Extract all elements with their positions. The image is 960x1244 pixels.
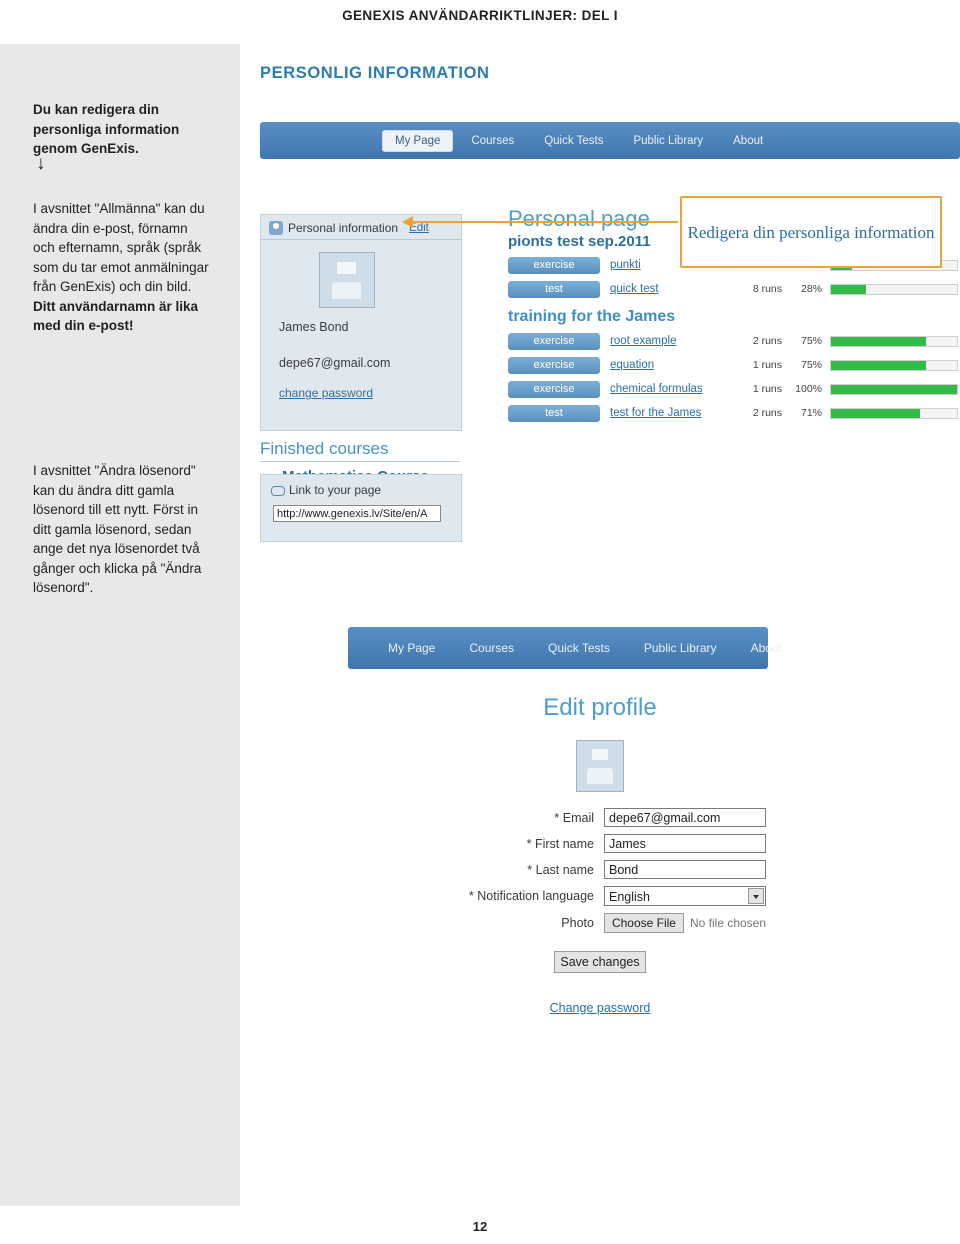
nav-item-quick-tests[interactable]: Quick Tests — [534, 636, 624, 660]
section-heading: PERSONLIG INFORMATION — [260, 64, 490, 82]
photo-file-picker[interactable]: Choose File No file chosen — [603, 913, 767, 933]
last-name-label: * Last name — [527, 862, 594, 877]
stat-name-link[interactable]: quick test — [600, 283, 730, 295]
stat-progress-bar — [830, 407, 958, 419]
choose-file-button[interactable]: Choose File — [603, 913, 684, 933]
stat-progress-bar — [830, 383, 958, 395]
sidebar-paragraph-3: I avsnittet "Ändra lösenord" kan du ändr… — [33, 463, 202, 595]
stat-group-title: training for the James — [508, 308, 676, 325]
form-row-email: * Email depe67@gmail.com — [240, 808, 960, 827]
personal-information-title: Personal information — [288, 221, 399, 235]
stat-row[interactable]: exercise chemical formulas 1 runs 100% — [508, 380, 958, 398]
form-row-photo: Photo Choose File No file chosen — [240, 913, 960, 933]
form-row-last-name: * Last name Bond — [240, 860, 960, 879]
edit-profile-title: Edit profile — [543, 694, 657, 721]
no-file-chosen-text: No file chosen — [689, 916, 767, 930]
first-name-label: * First name — [526, 836, 594, 851]
stat-runs: 2 runs — [752, 335, 782, 347]
nav-item-about[interactable]: About — [737, 636, 796, 660]
sidebar-paragraph-1: Du kan redigera din personliga informati… — [33, 102, 180, 156]
edit-profile-form: Edit profile * Email depe67@gmail.com * … — [240, 694, 960, 1015]
callout-box: Redigera din personliga information — [680, 196, 942, 268]
stat-progress-bar — [830, 283, 958, 295]
stat-type-badge: exercise — [508, 332, 600, 350]
stat-name-link[interactable]: chemical formulas — [600, 383, 730, 395]
stat-percent: 100% — [795, 383, 822, 395]
down-arrow-icon: ↓ — [36, 153, 46, 174]
finished-courses-title: Finished courses — [260, 439, 389, 458]
stat-progress-bar — [830, 335, 958, 347]
stat-row[interactable]: test test for the James 2 runs 71% — [508, 404, 958, 422]
email-label: * Email — [554, 810, 594, 825]
stat-row[interactable]: test quick test 8 runs 28% — [508, 280, 958, 298]
stat-progress-bar — [830, 359, 958, 371]
page-title: GENEXIS ANVÄNDARRIKTLINJER: DEL I — [342, 8, 618, 23]
stat-name-link[interactable]: equation — [600, 359, 730, 371]
last-name-field[interactable]: Bond — [604, 860, 766, 879]
personal-information-header: Personal information Edit — [261, 215, 461, 240]
stat-type-badge: exercise — [508, 256, 600, 274]
sidebar-paragraph-2-text: I avsnittet "Allmänna" kan du ändra din … — [33, 201, 209, 294]
avatar — [319, 252, 375, 308]
save-changes-button[interactable]: Save changes — [554, 951, 646, 973]
link-icon — [271, 485, 285, 496]
stat-percent: 75% — [800, 335, 822, 347]
divider — [260, 461, 460, 462]
profile-name: James Bond — [279, 320, 349, 334]
nav-item-my-page[interactable]: My Page — [374, 636, 449, 660]
navbar: My Page Courses Quick Tests Public Libra… — [348, 627, 782, 669]
stat-type-badge: test — [508, 404, 600, 422]
nav-item-public-library[interactable]: Public Library — [621, 131, 715, 151]
stat-row[interactable]: exercise equation 1 runs 75% — [508, 356, 958, 374]
page-number: 12 — [472, 1219, 488, 1234]
person-icon — [269, 221, 283, 235]
notification-language-value: English — [609, 890, 650, 904]
stat-row[interactable]: exercise root example 2 runs 75% — [508, 332, 958, 350]
personal-information-card: Personal information Edit James Bond dep… — [260, 214, 462, 431]
nav-item-courses[interactable]: Courses — [459, 131, 526, 151]
app-navbar-top: My Page Courses Quick Tests Public Libra… — [260, 122, 960, 159]
stat-type-badge: exercise — [508, 356, 600, 374]
nav-item-quick-tests[interactable]: Quick Tests — [532, 131, 615, 151]
change-password-link[interactable]: Change password — [240, 1001, 960, 1015]
stat-type-badge: test — [508, 280, 600, 298]
form-row-language: * Notification language English — [240, 886, 960, 906]
photo-label: Photo — [561, 916, 594, 930]
stat-runs: 8 runs — [752, 283, 782, 295]
callout-arrow-icon — [402, 216, 678, 228]
avatar — [576, 740, 624, 792]
sidebar-paragraph-2-bold: Ditt användarnamn är lika med din e-post… — [33, 298, 199, 334]
link-box-title-text: Link to your page — [289, 483, 382, 497]
stat-name-link[interactable]: root example — [600, 335, 730, 347]
profile-email: depe67@gmail.com — [279, 356, 391, 370]
sidebar-paragraph-2: I avsnittet "Allmänna" kan du ändra din … — [33, 199, 213, 336]
callout-text: Redigera din personliga information — [687, 222, 935, 242]
stat-type-badge: exercise — [508, 380, 600, 398]
content-area: PERSONLIG INFORMATION My Page Courses Qu… — [240, 44, 960, 1206]
page-url-input[interactable]: http://www.genexis.lv/Site/en/A — [273, 505, 441, 522]
first-name-field[interactable]: James — [604, 834, 766, 853]
nav-item-courses[interactable]: Courses — [455, 636, 528, 660]
nav-item-my-page[interactable]: My Page — [382, 129, 454, 152]
stat-percent: 75% — [800, 359, 822, 371]
notification-language-label: * Notification language — [468, 889, 594, 903]
change-password-link[interactable]: change password — [279, 386, 461, 400]
link-box-title: Link to your page — [261, 475, 461, 497]
notification-language-select[interactable]: English — [604, 886, 766, 906]
stat-percent: 71% — [800, 407, 822, 419]
navbar: My Page Courses Quick Tests Public Libra… — [260, 122, 960, 159]
stat-percent: 28% — [800, 283, 822, 295]
link-to-your-page-card: Link to your page http://www.genexis.lv/… — [260, 474, 462, 542]
app-navbar-bottom: My Page Courses Quick Tests Public Libra… — [348, 627, 782, 669]
stat-runs: 1 runs — [752, 359, 782, 371]
stat-name-link[interactable]: test for the James — [600, 407, 730, 419]
form-row-first-name: * First name James — [240, 834, 960, 853]
nav-item-public-library[interactable]: Public Library — [630, 636, 731, 660]
chevron-down-icon[interactable] — [748, 888, 764, 904]
sidebar-panel: Du kan redigera din personliga informati… — [0, 44, 240, 1206]
email-field[interactable]: depe67@gmail.com — [604, 808, 766, 827]
stat-runs: 1 runs — [752, 383, 782, 395]
stat-runs: 2 runs — [752, 407, 782, 419]
nav-item-about[interactable]: About — [721, 131, 775, 151]
